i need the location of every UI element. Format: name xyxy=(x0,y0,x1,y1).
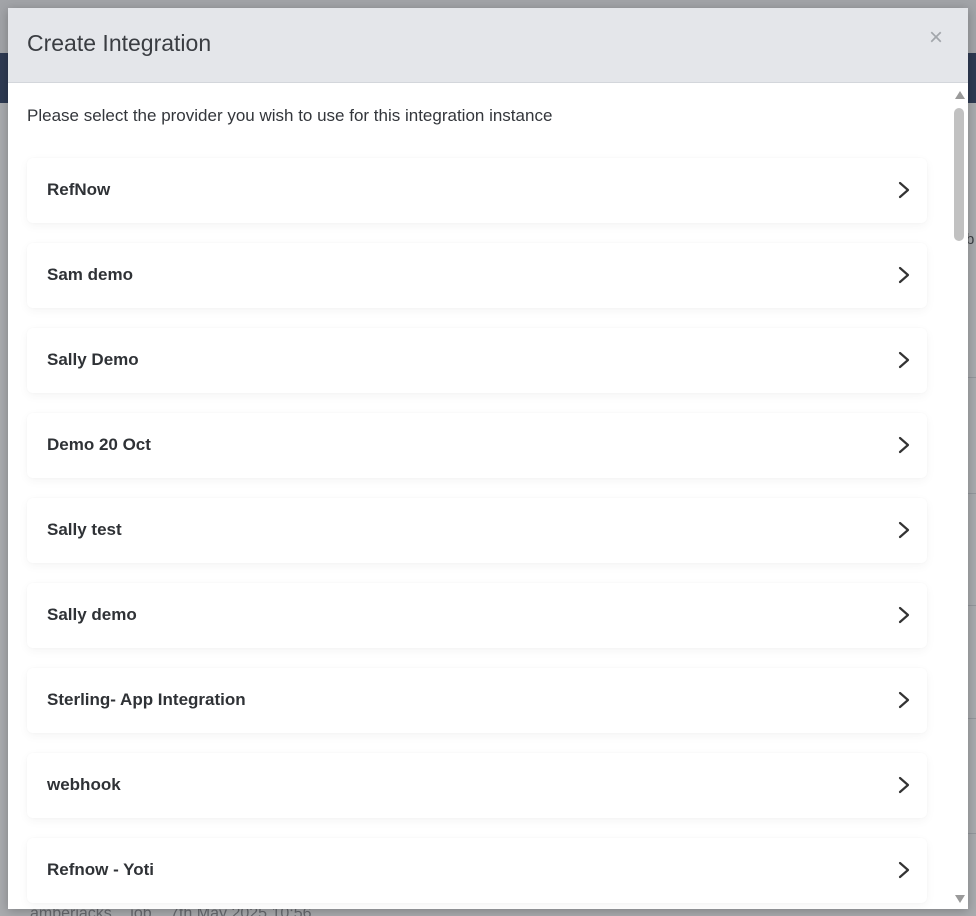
chevron-right-icon xyxy=(898,266,910,284)
provider-item-sally-test[interactable]: Sally test xyxy=(27,498,927,563)
provider-item-sally-demo[interactable]: Sally Demo xyxy=(27,328,927,393)
chevron-right-icon xyxy=(898,861,910,879)
provider-item-sterling-app-integration[interactable]: Sterling- App Integration xyxy=(27,668,927,733)
provider-label: Refnow - Yoti xyxy=(47,860,155,879)
provider-label: Sally Demo xyxy=(47,350,139,369)
provider-label: RefNow xyxy=(47,180,111,199)
chevron-right-icon xyxy=(898,606,910,624)
chevron-right-icon xyxy=(898,181,910,199)
provider-label: Sally demo xyxy=(47,605,137,624)
chevron-right-icon xyxy=(898,691,910,709)
provider-label: webhook xyxy=(47,775,121,794)
instruction-text: Please select the provider you wish to u… xyxy=(27,106,553,125)
provider-item-refnow[interactable]: RefNow xyxy=(27,158,927,223)
scrollbar-thumb[interactable] xyxy=(954,108,964,241)
provider-item-refnow-yoti[interactable]: Refnow - Yoti xyxy=(27,838,927,903)
modal-scrollbar[interactable] xyxy=(952,83,968,909)
create-integration-modal: Create Integration × Please select the p… xyxy=(8,8,968,909)
chevron-right-icon xyxy=(898,521,910,539)
provider-label: Sam demo xyxy=(47,265,133,284)
provider-label: Sterling- App Integration xyxy=(47,690,246,709)
scroll-down-arrow-icon[interactable] xyxy=(955,895,965,903)
modal-title: Create Integration xyxy=(27,30,212,56)
provider-item-demo-20-oct[interactable]: Demo 20 Oct xyxy=(27,413,927,478)
provider-label: Demo 20 Oct xyxy=(47,435,151,454)
provider-list: RefNow Sam demo Sally Demo Demo 20 Oct S… xyxy=(27,158,927,909)
provider-label: Sally test xyxy=(47,520,122,539)
provider-item-sam-demo[interactable]: Sam demo xyxy=(27,243,927,308)
provider-item-sally-demo-2[interactable]: Sally demo xyxy=(27,583,927,648)
scroll-up-arrow-icon[interactable] xyxy=(955,91,965,99)
modal-header: Create Integration × xyxy=(8,8,968,83)
close-icon[interactable]: × xyxy=(926,24,946,52)
chevron-right-icon xyxy=(898,351,910,369)
chevron-right-icon xyxy=(898,776,910,794)
provider-item-webhook[interactable]: webhook xyxy=(27,753,927,818)
modal-body: Please select the provider you wish to u… xyxy=(8,83,952,909)
chevron-right-icon xyxy=(898,436,910,454)
